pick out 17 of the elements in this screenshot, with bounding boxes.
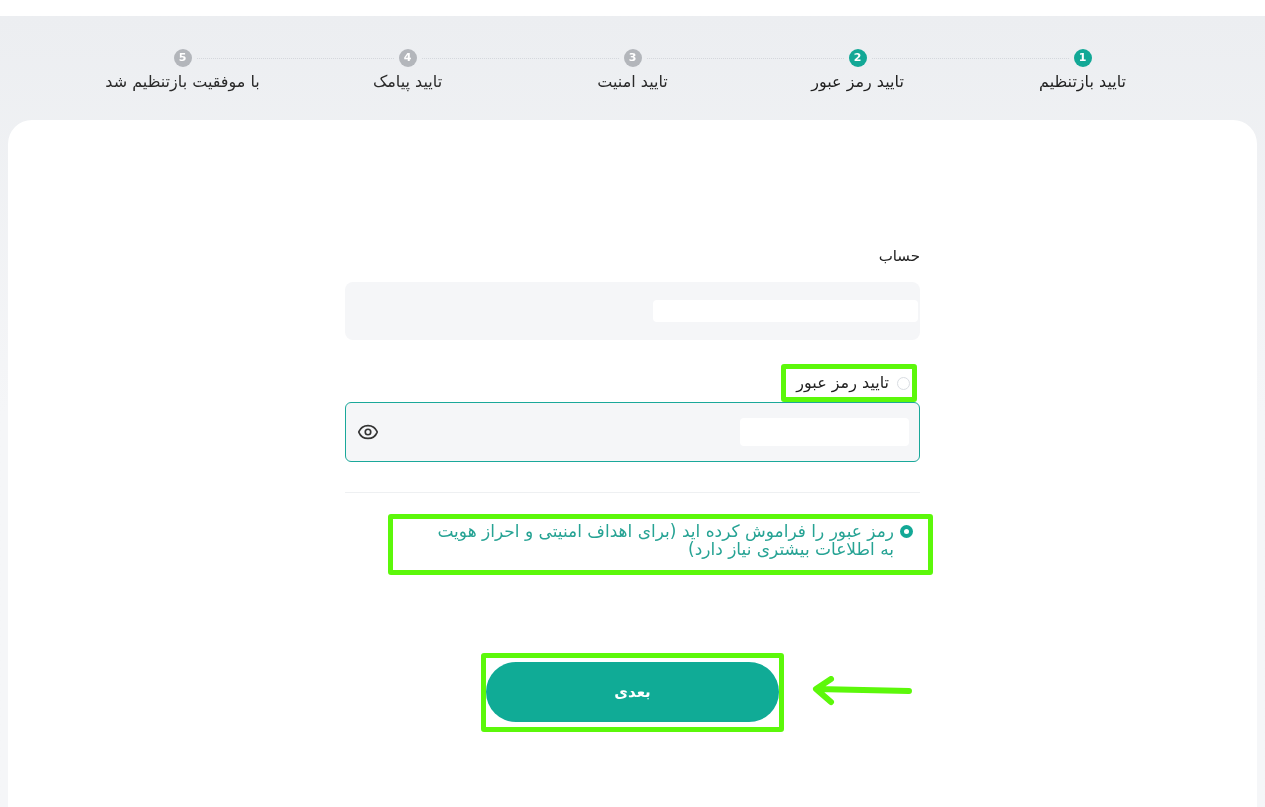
field-label: حساب xyxy=(878,246,920,267)
step-label: تایید بازتنظیم xyxy=(1039,71,1126,94)
radio-icon[interactable] xyxy=(900,525,913,538)
next-button[interactable]: بعدی xyxy=(486,662,779,722)
option-label[interactable]: تایید رمز عبور xyxy=(796,372,889,394)
step-label: تایید رمز عبور xyxy=(811,71,904,94)
step-number: 1 xyxy=(1073,49,1092,67)
option-label[interactable]: رمز عبور را فراموش کرده اید (برای اهداف امنیتی و احراز هویت به اطلاعات بیشتری نیاز دارد) xyxy=(426,522,894,558)
step-label: با موفقیت بازتنظیم شد xyxy=(105,71,260,94)
password-field[interactable] xyxy=(345,402,920,462)
step-number: 5 xyxy=(173,49,192,67)
step-label: تایید امنیت xyxy=(597,71,668,93)
step-number: 3 xyxy=(623,49,642,67)
radio-icon[interactable] xyxy=(897,376,910,390)
step-label: تایید پیامک xyxy=(372,71,443,94)
step-number: 2 xyxy=(848,49,867,67)
step-number: 4 xyxy=(398,49,417,67)
